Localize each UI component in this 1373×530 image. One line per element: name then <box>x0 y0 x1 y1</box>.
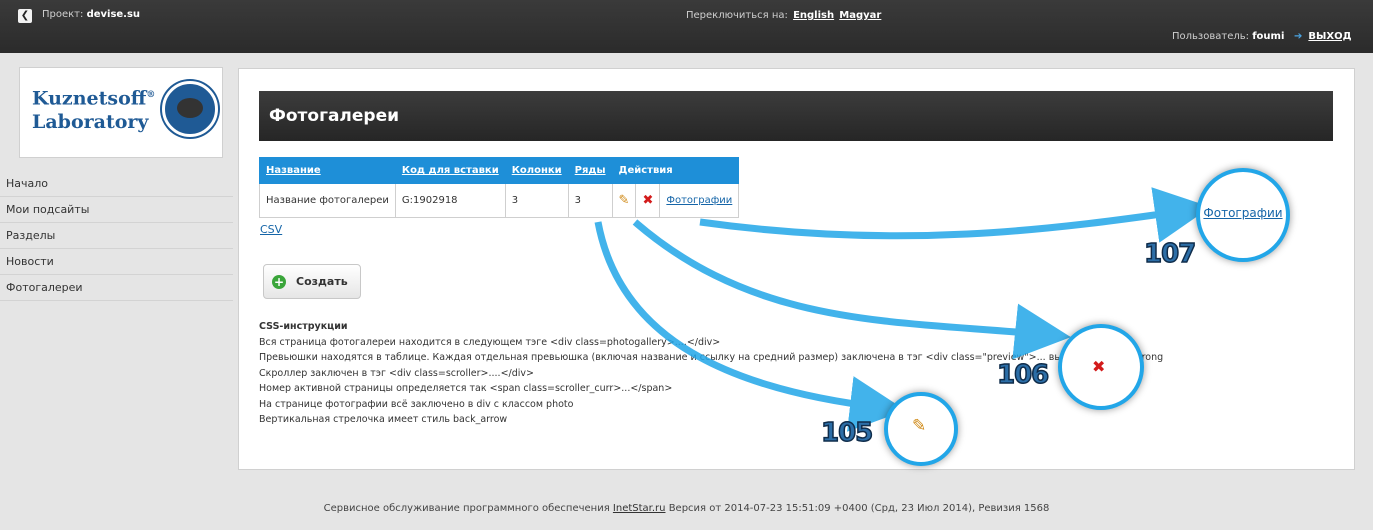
col-name[interactable]: Название <box>259 157 396 184</box>
callout-delete: ✖ <box>1058 324 1144 410</box>
switch-label: Переключиться на: <box>686 10 788 21</box>
css-line: Вся страница фотогалереи находится в сле… <box>259 336 721 348</box>
page-title: Фотогалереи <box>259 91 1333 141</box>
create-button-label: Создать <box>296 275 348 288</box>
col-rows[interactable]: Ряды <box>567 157 613 184</box>
callout-number-106: 106 <box>996 359 1050 391</box>
table-header-row: Название Код для вставки Колонки Ряды Де… <box>259 157 740 184</box>
photos-cell: Фотографии <box>659 183 740 218</box>
main-panel: Фотогалереи Название Код для вставки Кол… <box>238 68 1355 470</box>
users-label: Пользователь: <box>1172 31 1250 42</box>
col-rows-link[interactable]: Ряды <box>575 165 606 176</box>
user-name: foumi <box>1252 31 1285 42</box>
col-name-link[interactable]: Название <box>266 165 321 176</box>
footer: Сервисное обслуживание программного обес… <box>0 503 1373 514</box>
edit-cell: ✎ <box>611 183 637 218</box>
logo-line1: Kuznetsoff <box>32 87 147 110</box>
logo-reg: ® <box>146 90 156 100</box>
project-name: devise.su <box>86 9 141 20</box>
logout-link[interactable]: ВЫХОД <box>1308 31 1351 42</box>
chevron-left-icon[interactable]: ❮ <box>18 9 32 23</box>
sidebar-item-my-subsites[interactable]: Мои подсайты <box>0 197 233 223</box>
cell-cols: 3 <box>504 183 569 218</box>
user-info: Пользователь: foumi <box>1172 31 1284 42</box>
logo-line2: Laboratory <box>32 111 149 134</box>
csv-link[interactable]: CSV <box>260 223 282 236</box>
create-button[interactable]: + Создать <box>263 264 361 299</box>
col-actions: Действия <box>611 157 740 184</box>
top-bar: ❮ Проект: devise.su Переключиться на: En… <box>0 0 1373 53</box>
plus-icon: + <box>272 275 286 289</box>
footer-link[interactable]: InetStar.ru <box>613 503 666 514</box>
cell-rows: 3 <box>567 183 613 218</box>
footer-version: Версия от 2014-07-23 15:51:09 +0400 (Срд… <box>668 503 1050 514</box>
cell-name: Название фотогалереи <box>259 183 396 218</box>
gallery-table: Название Код для вставки Колонки Ряды Де… <box>259 157 740 218</box>
callout-number-107: 107 <box>1143 238 1197 270</box>
col-columns[interactable]: Колонки <box>504 157 569 184</box>
language-switcher: Переключиться на: English Magyar <box>686 10 881 21</box>
callout-edit: ✎ <box>884 392 958 466</box>
logout: ➔ ВЫХОД <box>1294 31 1352 42</box>
css-title: CSS-инструкции <box>259 321 348 332</box>
callout-photos: Фотографии <box>1196 168 1290 262</box>
sidebar-item-news[interactable]: Новости <box>0 249 233 275</box>
col-columns-link[interactable]: Колонки <box>512 165 562 176</box>
css-line: На странице фотографии всё заключено в d… <box>259 398 574 410</box>
footer-prefix: Сервисное обслуживание программного обес… <box>323 503 610 514</box>
delete-cell: ✖ <box>635 183 661 218</box>
sidebar-nav: Начало Мои подсайты Разделы Новости Фото… <box>0 171 233 301</box>
sidebar-item-galleries[interactable]: Фотогалереи <box>0 275 233 301</box>
css-line: Вертикальная стрелочка имеет стиль back_… <box>259 414 508 425</box>
photos-link[interactable]: Фотографии <box>666 195 732 206</box>
col-code[interactable]: Код для вставки <box>394 157 506 184</box>
arrow-right-icon: ➔ <box>1294 31 1303 42</box>
pencil-icon-large: ✎ <box>912 416 927 436</box>
project-info: Проект: devise.su <box>42 9 140 20</box>
logo-seal-icon <box>162 81 218 137</box>
cell-code: G:1902918 <box>394 183 506 218</box>
callout-number-105: 105 <box>820 417 874 449</box>
pencil-icon[interactable]: ✎ <box>619 193 630 208</box>
delete-icon[interactable]: ✖ <box>642 193 653 208</box>
logo[interactable]: Kuznetsoff® Laboratory <box>19 67 223 158</box>
delete-icon-large: ✖ <box>1092 357 1106 376</box>
table-row: Название фотогалереи G:1902918 3 3 ✎ ✖ Ф… <box>259 183 740 218</box>
sidebar-item-sections[interactable]: Разделы <box>0 223 233 249</box>
callout-photos-link[interactable]: Фотографии <box>1197 206 1289 220</box>
project-label: Проект: <box>42 9 84 20</box>
lang-magyar-link[interactable]: Magyar <box>839 10 881 21</box>
sidebar-item-home[interactable]: Начало <box>0 171 233 197</box>
col-code-link[interactable]: Код для вставки <box>402 165 499 176</box>
logo-text: Kuznetsoff® Laboratory <box>32 83 155 134</box>
lang-english-link[interactable]: English <box>793 10 834 21</box>
